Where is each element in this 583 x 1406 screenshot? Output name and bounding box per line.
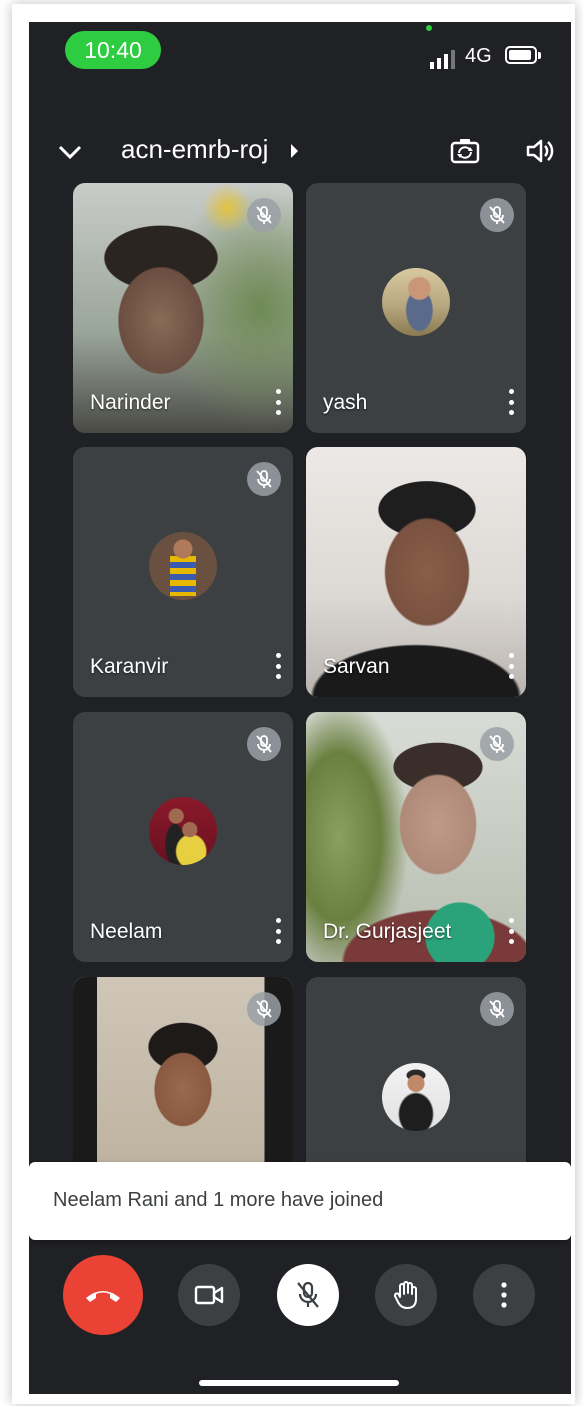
avatar <box>382 1063 450 1131</box>
participant-name: yash <box>323 391 368 414</box>
meeting-code[interactable]: acn-emrb-roj <box>121 134 268 165</box>
participant-tile[interactable]: Narinder <box>73 183 293 433</box>
avatar <box>149 532 217 600</box>
switch-camera-icon[interactable] <box>449 135 481 167</box>
participant-name: Neelam <box>90 920 163 943</box>
camera-toggle-button[interactable] <box>178 1264 240 1326</box>
signal-icon <box>430 50 455 69</box>
mic-off-icon <box>247 198 281 232</box>
speaker-icon[interactable] <box>525 136 555 166</box>
participant-tile[interactable]: Dr. Gurjasjeet <box>306 712 526 962</box>
more-options-button[interactable] <box>473 1264 535 1326</box>
participant-name: Sarvan <box>323 655 390 678</box>
raise-hand-button[interactable] <box>375 1264 437 1326</box>
chevron-down-icon[interactable] <box>57 139 83 165</box>
more-vert-icon[interactable] <box>508 653 514 679</box>
mic-off-icon <box>480 727 514 761</box>
meet-screen: 10:40 4G acn-emrb-roj Narinder yash Kara… <box>29 22 571 1394</box>
microphone-toggle-button[interactable] <box>277 1264 339 1326</box>
avatar <box>149 797 217 865</box>
participant-tile[interactable]: Karanvir <box>73 447 293 697</box>
participant-tile[interactable]: yash <box>306 183 526 433</box>
participant-name: Narinder <box>90 391 171 414</box>
network-type: 4G <box>465 45 492 67</box>
videocam-icon <box>194 1285 224 1305</box>
participant-tile[interactable]: Sarvan <box>306 447 526 697</box>
participant-name: Dr. Gurjasjeet <box>323 920 452 943</box>
mic-off-icon <box>247 462 281 496</box>
mic-off-icon <box>247 992 281 1026</box>
status-time: 10:40 <box>65 31 161 69</box>
home-indicator[interactable] <box>199 1380 399 1386</box>
meeting-info-arrow-icon[interactable] <box>291 144 298 158</box>
camera-in-use-indicator <box>426 25 432 31</box>
mic-off-icon <box>297 1281 319 1308</box>
join-notification-text: Neelam Rani and 1 more have joined <box>53 1189 384 1211</box>
participant-tile[interactable]: Neelam <box>73 712 293 962</box>
avatar <box>382 268 450 336</box>
more-vert-icon[interactable] <box>275 918 281 944</box>
mic-off-icon <box>480 198 514 232</box>
more-vert-icon[interactable] <box>508 389 514 415</box>
participant-name: Karanvir <box>90 655 169 678</box>
phone-hangup-icon <box>86 1291 120 1302</box>
join-notification: Neelam Rani and 1 more have joined <box>29 1162 571 1240</box>
more-vert-icon <box>501 1282 507 1308</box>
mic-off-icon <box>247 727 281 761</box>
battery-icon <box>505 46 537 64</box>
more-vert-icon[interactable] <box>275 389 281 415</box>
end-call-button[interactable] <box>63 1255 143 1335</box>
hand-icon <box>393 1281 417 1309</box>
more-vert-icon[interactable] <box>508 918 514 944</box>
battery-tip <box>538 52 541 59</box>
more-vert-icon[interactable] <box>275 653 281 679</box>
mic-off-icon <box>480 992 514 1026</box>
